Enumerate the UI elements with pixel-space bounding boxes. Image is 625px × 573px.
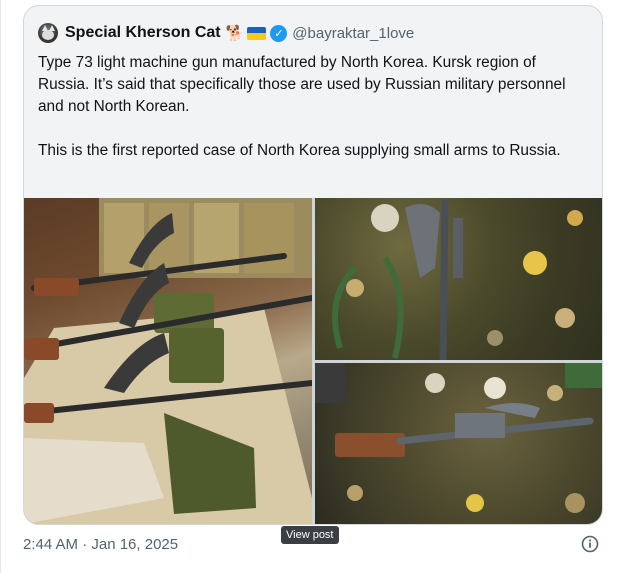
photo-machine-guns-on-crates[interactable]	[24, 198, 312, 524]
dog-emoji-icon: 🐕	[225, 25, 245, 42]
post-timestamp[interactable]: 2:44 AM · Jan 16, 2025	[23, 536, 178, 553]
author-handle[interactable]: @bayraktar_1love	[292, 25, 414, 42]
post-header: Special Kherson Cat 🐕 ✓ @bayraktar_1love	[38, 21, 414, 45]
photo-gun-on-leaves-top[interactable]	[315, 198, 602, 360]
author-name[interactable]: Special Kherson Cat	[65, 24, 221, 42]
quoted-post-card[interactable]: Special Kherson Cat 🐕 ✓ @bayraktar_1love…	[23, 5, 603, 525]
verified-badge-icon: ✓	[270, 24, 288, 42]
info-icon[interactable]	[581, 535, 599, 553]
post-paragraph: Type 73 light machine gun manufactured b…	[38, 54, 566, 115]
media-grid	[24, 198, 602, 524]
cat-avatar[interactable]	[38, 23, 58, 43]
view-post-tooltip: View post	[281, 526, 339, 544]
post-paragraph: This is the first reported case of North…	[38, 142, 561, 159]
photo-gun-on-leaves-bottom[interactable]	[315, 363, 602, 524]
frame-border	[0, 0, 1, 573]
ukraine-flag-icon	[247, 26, 267, 40]
post-text: Type 73 light machine gun manufactured b…	[38, 52, 590, 162]
